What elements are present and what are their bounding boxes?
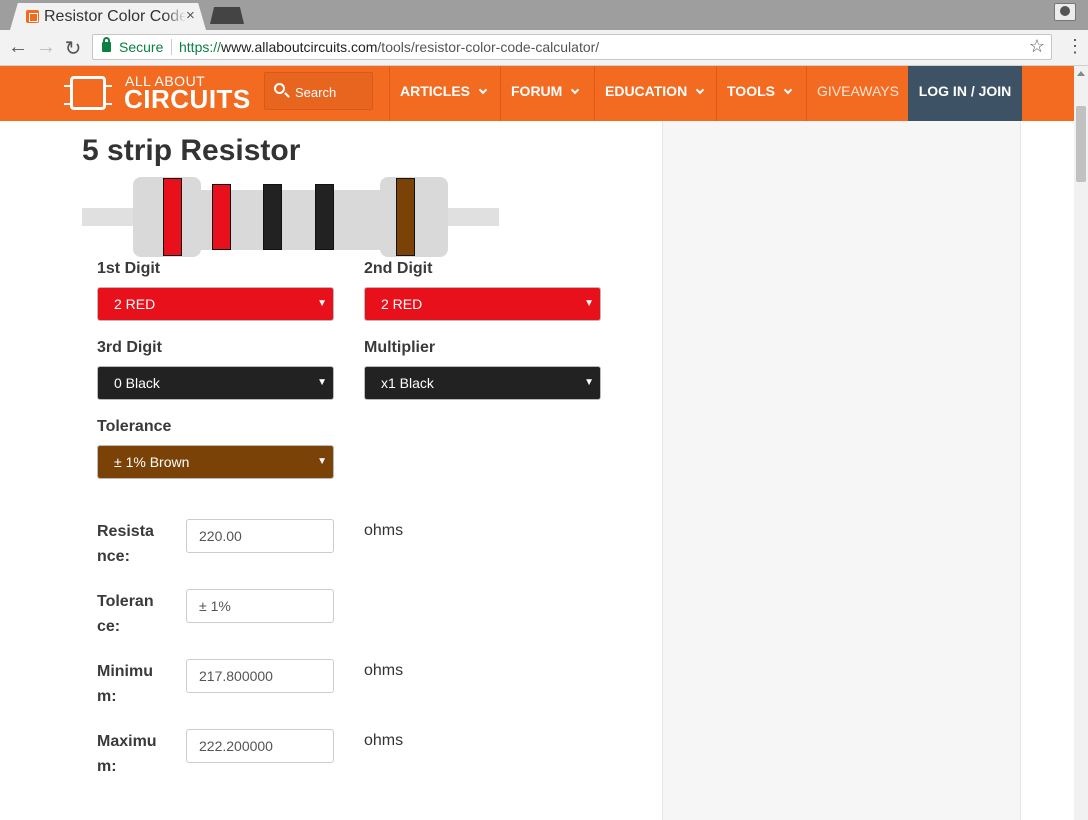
search-icon [274, 83, 285, 94]
nav-giveaways[interactable]: GIVEAWAYS [806, 66, 908, 121]
third-digit-value: 0 Black [114, 375, 160, 391]
resistance-label-line1: Resista [97, 523, 154, 540]
close-tab-icon[interactable]: × [186, 7, 195, 24]
forward-icon[interactable]: → [34, 36, 58, 59]
address-bar[interactable]: Secure https://www.allaboutcircuits.com/… [92, 34, 1052, 60]
site-header: ALL ABOUT CIRCUITS Search ARTICLES FORUM… [0, 66, 1074, 121]
resistor-band-3 [263, 184, 282, 250]
browser-menu-icon[interactable]: ⋮ [1066, 37, 1084, 55]
site-search-input[interactable]: Search [264, 72, 373, 110]
tolerance-band-value: ± 1% Brown [114, 454, 190, 470]
resistance-output[interactable]: 220.00 [186, 519, 334, 553]
browser-toolbar: ← → ↻ Secure https://www.allaboutcircuit… [0, 30, 1088, 66]
profile-icon[interactable] [1054, 3, 1076, 21]
tolerance-output[interactable]: ± 1% [186, 589, 334, 623]
reload-icon[interactable]: ↻ [61, 36, 85, 61]
browser-tab[interactable]: Resistor Color Code Calculator × [10, 3, 206, 30]
first-digit-select[interactable]: 2 RED ▼ [97, 287, 334, 321]
url-text[interactable]: https://www.allaboutcircuits.com/tools/r… [179, 39, 599, 55]
third-digit-select[interactable]: 0 Black ▼ [97, 366, 334, 400]
minimum-output[interactable]: 217.800000 [186, 659, 334, 693]
logo-text-bottom[interactable]: CIRCUITS [124, 84, 251, 115]
address-separator [171, 39, 172, 55]
logo-chip-icon[interactable] [64, 76, 112, 110]
nav-education[interactable]: EDUCATION [594, 66, 716, 121]
scrollbar-thumb[interactable] [1076, 106, 1086, 182]
url-host: www.allaboutcircuits.com [221, 39, 378, 55]
nav-forum[interactable]: FORUM [500, 66, 594, 121]
resistor-band-1 [163, 178, 182, 256]
multiplier-label: Multiplier [364, 339, 436, 356]
maximum-label: Maximu m: [97, 729, 167, 779]
chevron-down-icon: ▼ [317, 456, 327, 467]
minimum-label-line1: Minimu [97, 663, 153, 680]
chevron-down-icon [571, 85, 580, 95]
nav-tools-label: TOOLS [727, 83, 775, 99]
chevron-down-icon: ▼ [317, 298, 327, 309]
nav-education-label: EDUCATION [605, 83, 688, 99]
maximum-label-line1: Maximu [97, 733, 157, 750]
chevron-down-icon: ▼ [584, 298, 594, 309]
second-digit-select[interactable]: 2 RED ▼ [364, 287, 601, 321]
chevron-down-icon [783, 85, 793, 95]
tolerance-label-line2: ce: [97, 618, 121, 635]
third-digit-label: 3rd Digit [97, 339, 162, 356]
nav-giveaways-label: GIVEAWAYS [817, 83, 899, 99]
scroll-up-icon[interactable] [1077, 71, 1085, 76]
resistor-lead-right [440, 208, 499, 226]
resistance-label-line2: nce: [97, 548, 130, 565]
nav-tools[interactable]: TOOLS [716, 66, 806, 121]
minimum-label: Minimu m: [97, 659, 167, 709]
tolerance-select[interactable]: ± 1% Brown ▼ [97, 445, 334, 479]
resistance-label: Resista nce: [97, 519, 167, 569]
tolerance-result-label: Toleran ce: [97, 589, 167, 639]
login-join-button[interactable]: LOG IN / JOIN [908, 66, 1022, 121]
maximum-output[interactable]: 222.200000 [186, 729, 334, 763]
chevron-down-icon [478, 85, 488, 95]
page-title: 5 strip Resistor [82, 134, 301, 167]
new-tab-button[interactable] [210, 7, 244, 24]
resistor-diagram [82, 177, 499, 257]
first-digit-value: 2 RED [114, 296, 156, 312]
resistor-band-4 [315, 184, 334, 250]
browser-tab-bar: Resistor Color Code Calculator × [0, 0, 1088, 30]
chevron-down-icon: ▼ [317, 377, 327, 388]
minimum-unit: ohms [364, 662, 404, 679]
second-digit-label: 2nd Digit [364, 260, 433, 277]
tolerance-band-label: Tolerance [97, 418, 172, 435]
minimum-label-line2: m: [97, 688, 117, 705]
secure-label: Secure [119, 39, 164, 55]
resistor-band-2 [212, 184, 231, 250]
resistance-unit: ohms [364, 522, 404, 539]
multiplier-value: x1 Black [381, 375, 434, 391]
url-scheme: https:// [179, 39, 222, 55]
nav-articles[interactable]: ARTICLES [389, 66, 499, 121]
first-digit-label: 1st Digit [97, 260, 161, 277]
second-digit-value: 2 RED [381, 296, 423, 312]
chevron-down-icon: ▼ [584, 377, 594, 388]
search-placeholder: Search [295, 85, 337, 100]
site-favicon-icon [26, 10, 39, 23]
bookmark-star-icon[interactable]: ☆ [1029, 36, 1045, 57]
url-path: /tools/resistor-color-code-calculator/ [377, 39, 600, 55]
chevron-down-icon [695, 85, 705, 95]
nav-articles-label: ARTICLES [400, 83, 470, 99]
tab-title: Resistor Color Code Calculator [44, 8, 186, 25]
resistor-band-5 [396, 178, 415, 256]
sidebar-column [662, 121, 1021, 820]
multiplier-select[interactable]: x1 Black ▼ [364, 366, 601, 400]
maximum-unit: ohms [364, 732, 404, 749]
tolerance-label-line1: Toleran [97, 593, 154, 610]
maximum-label-line2: m: [97, 758, 117, 775]
back-icon[interactable]: ← [6, 36, 30, 59]
page-scrollbar[interactable] [1074, 66, 1088, 820]
nav-forum-label: FORUM [511, 83, 563, 99]
lock-icon [102, 37, 111, 52]
